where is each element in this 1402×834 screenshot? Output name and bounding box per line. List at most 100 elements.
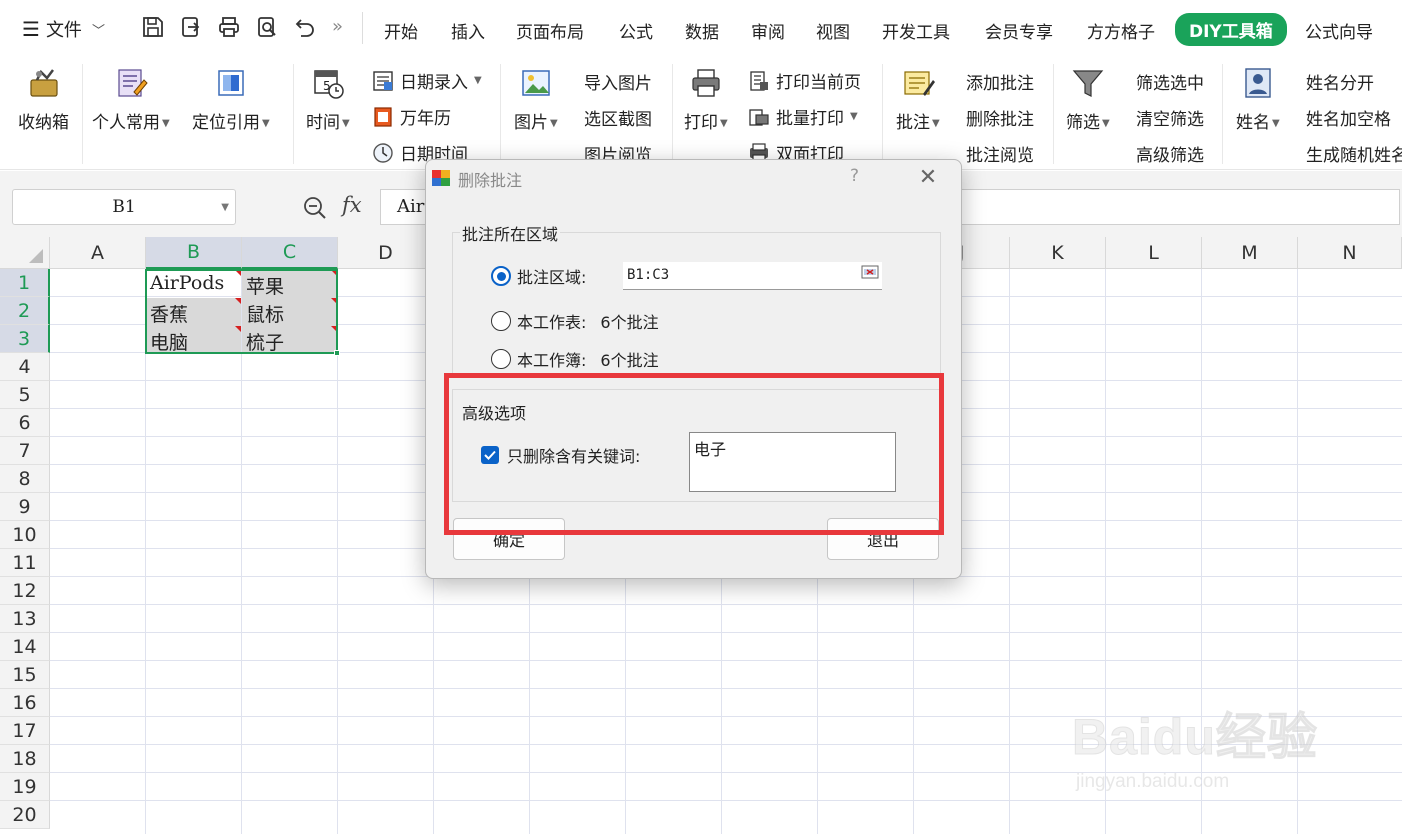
filter-selected-button[interactable]: 筛选选中 [1136,69,1204,94]
row-header-3[interactable]: 3 [0,325,50,353]
import-picture-button[interactable]: 导入图片 [584,69,652,94]
comment-label: 批注 [896,113,930,133]
row-header-2[interactable]: 2 [0,297,50,325]
grid-line [1009,269,1010,834]
dropdown-arrow-icon: ▼ [850,111,858,122]
tab-home[interactable]: 开始 [384,18,418,43]
random-name-button[interactable]: 生成随机姓名 [1306,141,1402,166]
print-label: 打印 [684,113,718,133]
column-header-a[interactable]: A [50,237,146,269]
column-header-n[interactable]: N [1298,237,1402,269]
time-button[interactable]: 5 时间 ▼ [306,66,350,133]
row-header-12[interactable]: 12 [0,577,50,605]
print-preview-icon[interactable] [254,14,280,40]
tab-formulas[interactable]: 公式 [619,18,653,43]
radio-comment-range[interactable]: 批注区域: [491,264,586,288]
row-header-19[interactable]: 19 [0,773,50,801]
tab-view[interactable]: 视图 [816,18,850,43]
row-header-11[interactable]: 11 [0,549,50,577]
close-icon[interactable]: ✕ [916,165,940,190]
radio-this-sheet[interactable]: 本工作表: 6个批注 [491,309,659,333]
print-current-page-button[interactable]: 打印当前页 [748,68,861,93]
locate-reference-button[interactable]: 定位引用 ▼ [192,66,270,133]
row-header-4[interactable]: 4 [0,353,50,381]
print-icon[interactable] [216,14,242,40]
tab-member[interactable]: 会员专享 [985,18,1053,43]
help-icon[interactable]: ? [850,166,859,186]
column-header-c[interactable]: C [242,237,338,269]
date-entry-button[interactable]: 日期录入 ▼ [372,68,482,93]
add-comment-button[interactable]: 添加批注 [966,69,1034,94]
fx-icon[interactable]: fx [342,193,362,217]
name-box[interactable]: B1 ▼ [12,189,236,225]
tab-page-layout[interactable]: 页面布局 [516,18,584,43]
file-menu[interactable]: ☰ 文件 ﹀ [22,16,105,42]
select-screenshot-button[interactable]: 选区截图 [584,105,652,130]
ribbon-separator [500,64,501,164]
personal-common-button[interactable]: 个人常用 ▼ [92,66,170,133]
row-header-17[interactable]: 17 [0,717,50,745]
zoom-icon[interactable] [302,195,328,221]
tab-review[interactable]: 审阅 [751,18,785,43]
fill-handle[interactable] [334,350,340,356]
split-name-button[interactable]: 姓名分开 [1306,69,1374,94]
row-header-7[interactable]: 7 [0,437,50,465]
comment-browse-button[interactable]: 批注阅览 [966,141,1034,166]
save-icon[interactable] [140,14,166,40]
radio-unselected-icon [491,311,511,331]
perpetual-calendar-button[interactable]: 万年历 [372,104,451,129]
batch-print-button[interactable]: 批量打印 ▼ [748,104,858,129]
print-current-page-label: 打印当前页 [776,73,861,93]
row-header-8[interactable]: 8 [0,465,50,493]
more-icon[interactable]: » [332,16,343,37]
column-header-d[interactable]: D [338,237,434,269]
row-header-15[interactable]: 15 [0,661,50,689]
name-add-space-button[interactable]: 姓名加空格 [1306,105,1391,130]
storage-box-button[interactable]: 收纳箱 [18,66,69,133]
tab-ffcell[interactable]: 方方格子 [1087,18,1155,43]
comment-button[interactable]: 批注 ▼ [896,66,940,133]
filter-button[interactable]: 筛选 ▼ [1066,66,1110,133]
dialog-title-bar[interactable]: 删除批注 ? ✕ [426,160,961,196]
row-header-16[interactable]: 16 [0,689,50,717]
name-button[interactable]: 姓名 ▼ [1236,66,1280,133]
export-pdf-icon[interactable] [178,14,204,40]
row-header-6[interactable]: 6 [0,409,50,437]
clear-filter-button[interactable]: 清空筛选 [1136,105,1204,130]
dropdown-arrow-icon: ▼ [932,117,940,129]
time-label: 时间 [306,113,340,133]
personal-edit-icon [118,69,148,97]
undo-icon[interactable] [292,14,318,40]
column-header-k[interactable]: K [1010,237,1106,269]
row-header-18[interactable]: 18 [0,745,50,773]
dropdown-arrow-icon: ▼ [162,117,170,129]
row-header-9[interactable]: 9 [0,493,50,521]
picture-button[interactable]: 图片 ▼ [514,66,558,133]
row-header-20[interactable]: 20 [0,801,50,829]
column-header-b[interactable]: B [146,237,242,269]
hamburger-icon: ☰ [22,17,40,41]
tab-developer[interactable]: 开发工具 [882,18,950,43]
print-button[interactable]: 打印 ▼ [684,66,728,133]
range-select-icon[interactable] [861,265,879,279]
tab-data[interactable]: 数据 [685,18,719,43]
tab-insert[interactable]: 插入 [451,18,485,43]
column-header-l[interactable]: L [1106,237,1202,269]
tab-formula-wizard[interactable]: 公式向导 [1305,18,1373,43]
storage-box-label: 收纳箱 [18,113,69,133]
clock-icon [373,142,393,163]
chevron-down-icon: ﹀ [91,23,105,39]
comment-range-input[interactable]: B1:C3 [623,262,882,290]
select-all-corner[interactable] [0,237,50,269]
delete-comment-button[interactable]: 删除批注 [966,105,1034,130]
column-header-m[interactable]: M [1202,237,1298,269]
row-header-13[interactable]: 13 [0,605,50,633]
row-header-10[interactable]: 10 [0,521,50,549]
radio-comment-range-label: 批注区域: [517,268,587,287]
row-header-1[interactable]: 1 [0,269,50,297]
row-header-14[interactable]: 14 [0,633,50,661]
advanced-filter-button[interactable]: 高级筛选 [1136,141,1204,166]
tab-diy-toolbox[interactable]: DIY工具箱 [1175,13,1287,46]
radio-this-workbook[interactable]: 本工作簿: 6个批注 [491,347,659,371]
row-header-5[interactable]: 5 [0,381,50,409]
